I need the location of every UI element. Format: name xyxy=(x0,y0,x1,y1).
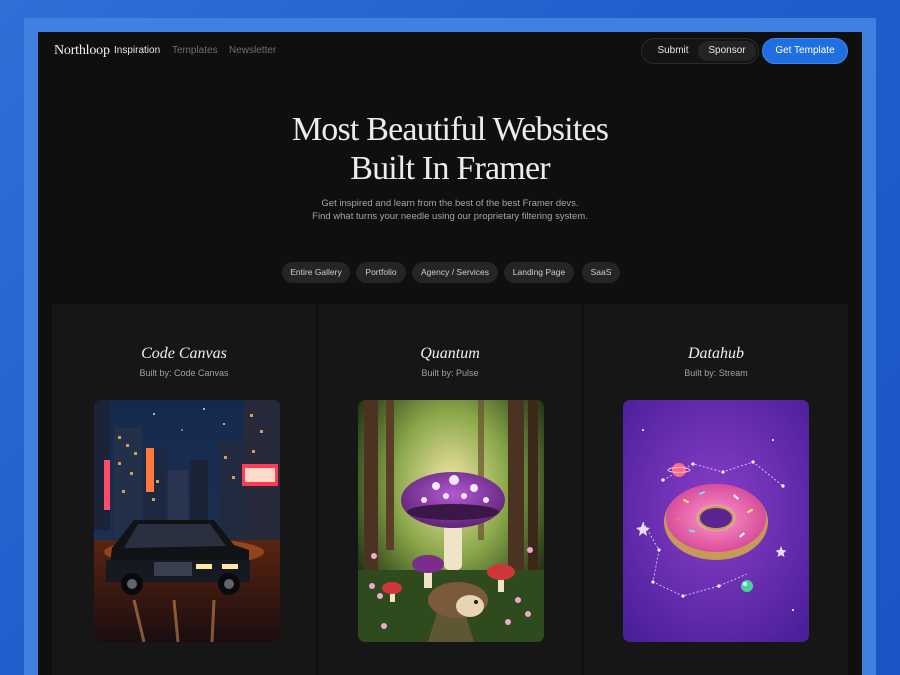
filter-chip-agency-services[interactable]: Agency / Services xyxy=(412,262,498,283)
filter-chip-entire-gallery[interactable]: Entire Gallery xyxy=(282,262,350,283)
gallery-card-code-canvas[interactable]: Code Canvas Built by: Code Canvas xyxy=(52,304,316,675)
nav-link-inspiration[interactable]: Inspiration xyxy=(114,45,160,56)
card-title: Code Canvas xyxy=(141,345,227,362)
card-image-space-donut[interactable] xyxy=(623,400,809,642)
filter-chip-saas[interactable]: SaaS xyxy=(582,262,620,283)
submit-button[interactable]: Submit xyxy=(645,41,701,61)
gallery-card-datahub[interactable]: Datahub Built by: Stream xyxy=(584,304,848,675)
filter-chips: Entire Gallery Portfolio Agency / Servic… xyxy=(38,262,862,284)
page-title: Most Beautiful Websites Built In Framer xyxy=(38,110,862,188)
card-builder: Built by: Code Canvas xyxy=(139,368,229,378)
page-subtitle-line2: Find what turns your needle using our pr… xyxy=(312,211,588,222)
card-image-city-night[interactable] xyxy=(94,400,280,642)
card-title: Datahub xyxy=(688,345,744,362)
card-image-mushroom-forest[interactable] xyxy=(358,400,544,642)
card-title: Quantum xyxy=(420,345,480,362)
nav-link-newsletter[interactable]: Newsletter xyxy=(229,45,276,56)
sponsor-button[interactable]: Sponsor xyxy=(698,41,756,61)
gallery-card-quantum[interactable]: Quantum Built by: Pulse xyxy=(318,304,582,675)
page-title-line2: Built In Framer xyxy=(350,150,550,187)
nav-link-templates[interactable]: Templates xyxy=(172,45,218,56)
get-template-button[interactable]: Get Template xyxy=(762,38,848,64)
card-builder: Built by: Pulse xyxy=(421,368,479,378)
card-builder: Built by: Stream xyxy=(684,368,748,378)
filter-chip-portfolio[interactable]: Portfolio xyxy=(356,262,406,283)
page-subtitle: Get inspired and learn from the best of … xyxy=(38,197,862,223)
secondary-actions-group: Submit Sponsor xyxy=(641,38,759,64)
filter-chip-landing-page[interactable]: Landing Page xyxy=(504,262,574,283)
top-navigation: Northloop Inspiration Templates Newslett… xyxy=(38,32,862,70)
browser-window: Northloop Inspiration Templates Newslett… xyxy=(38,32,862,675)
logo[interactable]: Northloop xyxy=(54,43,110,59)
page-title-line1: Most Beautiful Websites xyxy=(291,111,609,148)
page-subtitle-line1: Get inspired and learn from the best of … xyxy=(321,198,579,209)
